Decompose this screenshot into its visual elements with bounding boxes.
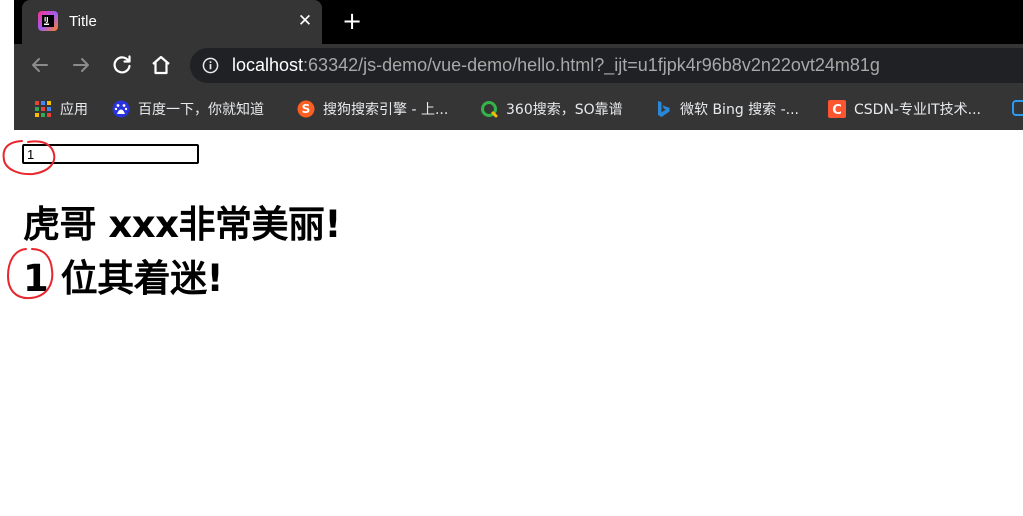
apps-grid-icon (35, 100, 51, 117)
browser-toolbar: localhost:63342/js-demo/vue-demo/hello.h… (14, 44, 1023, 87)
tab-title: Title (69, 13, 97, 30)
new-tab-button[interactable]: + (340, 9, 364, 33)
back-arrow-icon[interactable] (28, 53, 52, 77)
window-edge (0, 0, 14, 130)
bookmark-overflow-icon[interactable] (1012, 99, 1023, 117)
tab-strip: IJ Title ✕ + (0, 0, 1023, 44)
sogou-icon: S (297, 100, 315, 117)
svg-text:S: S (302, 102, 311, 116)
page-content: 虎哥 xxx非常美丽! 1 位其着迷! (0, 130, 1023, 516)
bookmark-label: 微软 Bing 搜索 -... (680, 101, 800, 118)
bookmark-baidu[interactable]: 百度一下，你就知道 (112, 87, 264, 130)
url-text[interactable]: localhost:63342/js-demo/vue-demo/hello.h… (232, 55, 880, 76)
baidu-icon (112, 100, 130, 117)
bookmark-csdn[interactable]: C CSDN-专业IT技术... (828, 87, 981, 130)
heading-count: 1 位其着迷! (23, 257, 224, 300)
bookmark-label: 应用 (60, 101, 88, 118)
url-host: localhost (232, 55, 304, 75)
message-input[interactable] (22, 144, 199, 164)
svg-text:IJ: IJ (44, 17, 48, 24)
csdn-icon: C (828, 99, 846, 118)
browser-tab[interactable]: IJ Title ✕ (22, 0, 322, 44)
heading-message: 虎哥 xxx非常美丽! (23, 203, 341, 246)
bookmark-label: 百度一下，你就知道 (138, 101, 264, 118)
reload-icon[interactable] (110, 53, 134, 77)
svg-text:C: C (832, 103, 842, 118)
forward-arrow-icon[interactable] (69, 53, 93, 77)
bookmark-label: 搜狗搜索引擎 - 上... (323, 101, 449, 118)
home-icon[interactable] (149, 53, 173, 77)
bookmark-label: 360搜索，SO靠谱 (506, 101, 623, 118)
info-icon[interactable] (202, 57, 219, 74)
intellij-icon: IJ (38, 11, 58, 31)
bookmark-bing[interactable]: 微软 Bing 搜索 -... (654, 87, 799, 130)
bookmarks-bar: 应用 百度一下，你就知道 S 搜狗搜索引擎 - 上... 360搜索，SO靠谱 … (14, 87, 1023, 130)
address-bar[interactable]: localhost:63342/js-demo/vue-demo/hello.h… (190, 48, 1023, 83)
tab-close-icon[interactable]: ✕ (294, 10, 316, 32)
bookmark-360[interactable]: 360搜索，SO靠谱 (480, 87, 623, 130)
bookmark-label: CSDN-专业IT技术... (854, 101, 981, 118)
bing-icon (658, 100, 670, 117)
bookmark-sogou[interactable]: S 搜狗搜索引擎 - 上... (297, 87, 448, 130)
url-path: :63342/js-demo/vue-demo/hello.html?_ijt=… (303, 55, 880, 75)
bookmark-apps[interactable]: 应用 (34, 87, 88, 130)
so360-icon (481, 100, 498, 117)
